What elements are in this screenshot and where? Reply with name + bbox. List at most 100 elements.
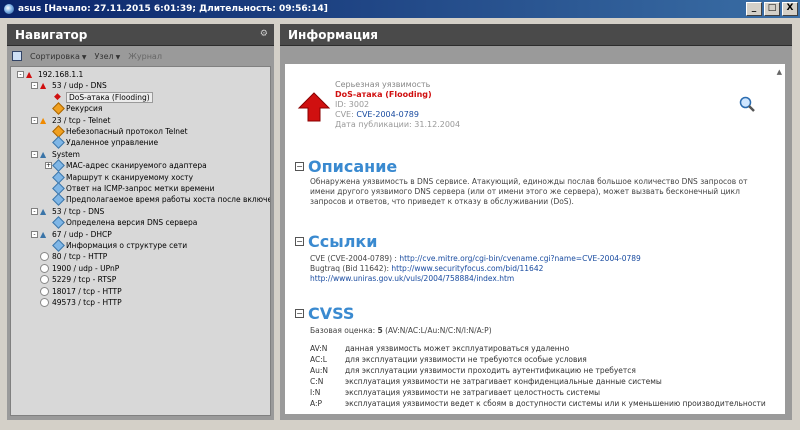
minimize-button[interactable]: _: [746, 2, 762, 16]
tree-node-label: Ответ на ICMP-запрос метки времени: [66, 184, 215, 193]
cvss-explanation: эксплуатация уязвимости не затрагивает ц…: [345, 388, 601, 397]
blue-diamond-icon: [52, 193, 65, 207]
red-arrow-icon: ▲: [40, 81, 47, 91]
uniras-reference: http://www.uniras.gov.uk/vuls/2004/75888…: [310, 274, 760, 284]
description-section[interactable]: − Описание: [295, 157, 397, 176]
tree-node[interactable]: Определена версия DNS сервера: [45, 216, 198, 230]
publish-date: Дата публикации: 31.12.2004: [335, 120, 461, 129]
collapse-icon[interactable]: -: [31, 82, 38, 90]
scroll-up-icon[interactable]: ▲: [777, 68, 782, 76]
tree-node[interactable]: Предполагаемое время работы хоста после …: [45, 193, 270, 207]
tree-node[interactable]: - ▲ 67 / udp - DHCP: [31, 229, 112, 240]
cve-link[interactable]: CVE-2004-0789: [356, 110, 419, 119]
tree-node[interactable]: ◆ DoS-атака (Flooding): [45, 91, 153, 103]
cvss-section[interactable]: − CVSS: [295, 304, 354, 323]
tree-node[interactable]: 5229 / tcp - RTSP: [31, 274, 116, 285]
chevron-down-icon: ▼: [81, 53, 87, 61]
navigator-toolbar: Сортировка ▼ Узел ▼ Журнал: [10, 48, 271, 64]
cvss-explanation: для эксплуатации уязвимости не требуются…: [345, 355, 587, 364]
tree-node[interactable]: 18017 / tcp - HTTP: [31, 286, 122, 297]
collapse-icon[interactable]: −: [295, 162, 304, 171]
collapse-icon[interactable]: -: [31, 116, 38, 124]
cvss-row: A:P эксплуатация уязвимости ведет к сбоям…: [310, 399, 766, 408]
blue-diamond-icon: [52, 136, 65, 150]
cvss-code: Au:N: [310, 366, 329, 375]
tree-view-icon[interactable]: [12, 51, 22, 61]
tree-node[interactable]: 80 / tcp - HTTP: [31, 251, 107, 262]
tree-node-label: 80 / tcp - HTTP: [52, 252, 108, 262]
expand-icon[interactable]: +: [45, 162, 52, 170]
cvss-score: 5: [377, 326, 383, 335]
uniras-url-link[interactable]: http://www.uniras.gov.uk/vuls/2004/75888…: [310, 274, 514, 283]
vuln-meta: Серьезная уязвимость DoS-атака (Flooding…: [335, 80, 460, 130]
blue-arrow-icon: ▲: [40, 149, 47, 159]
navigator-header: Навигатор ⚙: [7, 24, 274, 46]
tree-node[interactable]: Маршрут к сканируемому хосту: [45, 170, 194, 184]
cvss-row: I:N эксплуатация уязвимости не затрагивае…: [310, 388, 600, 397]
cve-reference: CVE (CVE-2004-0789) : http://cve.mitre.o…: [310, 254, 641, 263]
tree-node[interactable]: Ответ на ICMP-запрос метки времени: [45, 182, 215, 195]
bugtraq-url-link[interactable]: http://www.securityfocus.com/bid/11642: [391, 264, 543, 273]
tree-node-label: 18017 / tcp - HTTP: [52, 286, 122, 296]
vuln-id: ID: 3002: [335, 100, 370, 109]
red-arrow-icon: ▲: [26, 70, 33, 79]
gear-icon[interactable]: ⚙: [260, 29, 268, 39]
links-heading: Ссылки: [308, 232, 378, 251]
cvss-vector: (AV:N/AC:L/Au:N/C:N/I:N/A:P): [385, 326, 492, 335]
collapse-icon[interactable]: -: [31, 230, 38, 238]
collapse-icon[interactable]: -: [17, 71, 24, 78]
cvss-code: C:N: [310, 377, 324, 386]
close-button[interactable]: X: [782, 2, 798, 16]
cvss-explanation: данная уязвимость может эксплуатироватьс…: [345, 344, 570, 353]
orange-arrow-icon: ▲: [40, 115, 47, 125]
collapse-icon[interactable]: −: [295, 309, 304, 318]
node-menu[interactable]: Узел ▼: [94, 52, 120, 61]
tree-node[interactable]: - ▲ System: [31, 149, 80, 160]
tree-node-label: 23 / tcp - Telnet: [52, 115, 111, 125]
blue-arrow-icon: ▲: [40, 229, 47, 239]
chevron-down-icon: ▼: [115, 53, 121, 61]
journal-menu[interactable]: Журнал: [128, 52, 162, 61]
high-severity-icon: [297, 92, 331, 122]
tree-node[interactable]: Рекурсия: [45, 102, 102, 116]
collapse-icon[interactable]: -: [31, 207, 38, 215]
title-bar: asus [Начало: 27.11.2015 6:01:39; Длител…: [0, 0, 800, 18]
tree-node-label: 53 / udp - DNS: [52, 81, 107, 91]
sort-menu[interactable]: Сортировка ▼: [30, 52, 86, 61]
tree-node[interactable]: 49573 / tcp - HTTP: [31, 297, 122, 308]
cvss-code: AV:N: [310, 344, 328, 353]
collapse-icon[interactable]: -: [31, 150, 38, 158]
tree-node[interactable]: 1900 / udp - UPnP: [31, 263, 119, 274]
tree-node[interactable]: - ▲ 53 / udp - DNS: [31, 80, 107, 91]
dot-icon: [40, 275, 49, 285]
navigator-tree[interactable]: - ▲ 192.168.1.1- ▲ 53 / udp - DNS ◆ DoS-атака …: [10, 66, 271, 416]
blue-arrow-icon: ▲: [40, 206, 47, 216]
collapse-icon[interactable]: −: [295, 237, 304, 246]
maximize-button[interactable]: □: [764, 2, 780, 16]
tree-node-label: Маршрут к сканируемому хосту: [66, 172, 194, 182]
cve-url-link[interactable]: http://cve.mitre.org/cgi-bin/cvename.cgi…: [399, 254, 640, 263]
tree-node[interactable]: - ▲ 192.168.1.1: [17, 69, 83, 80]
cvss-explanation: для эксплуатации уязвимости проходить ау…: [345, 366, 636, 375]
orange-diamond-icon: [52, 102, 65, 116]
tree-node-label: Определена версия DNS сервера: [66, 218, 198, 228]
app-icon: [3, 3, 15, 15]
tree-node[interactable]: Небезопасный протокол Telnet: [45, 125, 188, 138]
tree-node[interactable]: Удаленное управление: [45, 136, 158, 150]
cvss-code: AC:L: [310, 355, 327, 364]
tree-node[interactable]: - ▲ 23 / tcp - Telnet: [31, 115, 110, 126]
tree-node-label: Информация о структуре сети: [66, 241, 188, 250]
info-header: Информация: [280, 24, 792, 46]
blue-diamond-icon: [52, 216, 65, 230]
links-section[interactable]: − Ссылки: [295, 232, 377, 251]
info-content[interactable]: ▲ Серьезная уязвимость DoS-атака (Floodi…: [285, 64, 785, 414]
tree-node-label: Небезопасный протокол Telnet: [66, 127, 188, 136]
zoom-icon[interactable]: [739, 96, 755, 112]
info-title: Информация: [288, 27, 378, 42]
tree-node[interactable]: + MAC-адрес сканируемого адаптера: [45, 159, 207, 173]
navigator-panel: Навигатор ⚙ Сортировка ▼ Узел ▼ Журнал - ▲ 1…: [7, 24, 274, 420]
tree-node[interactable]: Информация о структуре сети: [45, 239, 188, 252]
tree-node[interactable]: - ▲ 53 / tcp - DNS: [31, 206, 104, 217]
cvss-row: C:N эксплуатация уязвимости не затрагивае…: [310, 377, 662, 386]
vuln-cve-line: CVE: CVE-2004-0789: [335, 110, 419, 119]
